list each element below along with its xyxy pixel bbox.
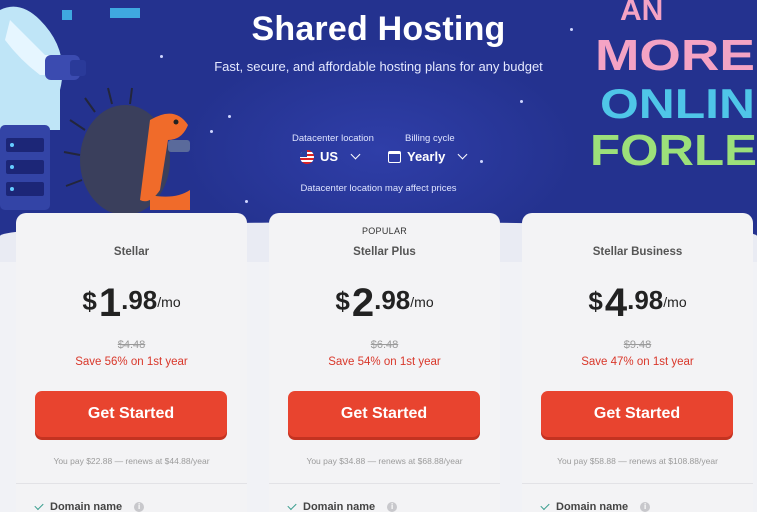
feature-label: Domain name [50, 501, 123, 512]
check-icon [287, 500, 297, 511]
plan-card-stellar-business: Stellar Business $ 4 .98 /mo $9.48 Save … [522, 213, 753, 512]
chevron-down-icon [350, 149, 361, 160]
plan-name: Stellar Plus [353, 246, 416, 258]
divider [522, 483, 753, 484]
plan-card-stellar-plus: POPULAR Stellar Plus $ 2 .98 /mo $6.48 S… [269, 213, 500, 512]
get-started-button[interactable]: Get Started [288, 391, 480, 437]
old-price: $4.48 [117, 339, 146, 351]
popular-badge: POPULAR [361, 226, 408, 236]
calendar-icon [388, 150, 401, 163]
price-currency: $ [82, 286, 97, 316]
datacenter-select[interactable]: US [300, 149, 361, 164]
star [520, 100, 523, 103]
get-started-button[interactable]: Get Started [35, 391, 227, 437]
price-period: /mo [410, 294, 434, 310]
pay-note: You pay $34.88 — renews at $68.88/year [306, 456, 463, 466]
feature-item: Domain name i [287, 500, 398, 512]
price-dollars: 4 [604, 281, 628, 325]
price-cents: .98 [374, 285, 411, 315]
old-price: $6.48 [370, 339, 399, 351]
page-title: Shared Hosting [251, 10, 506, 48]
price-currency: $ [335, 286, 350, 316]
save-text: Save 56% on 1st year [75, 356, 188, 368]
feature-label: Domain name [303, 501, 376, 512]
feature-item: Domain name i [34, 500, 145, 512]
info-icon[interactable]: i [387, 502, 398, 512]
datacenter-value: US [320, 149, 339, 164]
svg-text:FORLE: FORLE [590, 126, 757, 175]
price-period: /mo [157, 294, 181, 310]
pay-note: You pay $58.88 — renews at $108.88/year [557, 456, 718, 466]
info-icon[interactable]: i [134, 502, 145, 512]
svg-text:ONLIN: ONLIN [600, 80, 755, 127]
feature-label: Domain name [556, 501, 629, 512]
billing-label: Billing cycle [405, 133, 455, 144]
billing-value: Yearly [407, 149, 446, 164]
price-cents: .98 [121, 285, 158, 315]
datacenter-note: Datacenter location may affect prices [300, 183, 457, 194]
save-text: Save 54% on 1st year [328, 356, 441, 368]
plan-name: Stellar Business [592, 246, 683, 258]
divider [16, 483, 247, 484]
price-dollars: 2 [351, 281, 375, 325]
check-icon [34, 500, 44, 511]
old-price: $9.48 [623, 339, 652, 351]
chevron-down-icon [457, 149, 468, 160]
star [228, 115, 231, 118]
pay-note: You pay $22.88 — renews at $44.88/year [53, 456, 210, 466]
feature-item: Domain name i [540, 500, 651, 512]
check-icon [540, 500, 550, 511]
datacenter-label: Datacenter location [292, 133, 374, 144]
save-text: Save 47% on 1st year [581, 356, 694, 368]
price-period: /mo [663, 294, 687, 310]
page-subtitle: Fast, secure, and affordable hosting pla… [214, 59, 543, 74]
price-cents: .98 [627, 285, 664, 315]
plan-name: Stellar [113, 246, 150, 258]
plan-price: $ 2 .98 /mo [269, 279, 500, 323]
info-icon[interactable]: i [640, 502, 651, 512]
price-currency: $ [588, 286, 603, 316]
divider [269, 483, 500, 484]
plan-price: $ 4 .98 /mo [522, 279, 753, 323]
star [245, 200, 248, 203]
plan-card-stellar: Stellar $ 1 .98 /mo $4.48 Save 56% on 1s… [16, 213, 247, 512]
us-flag-icon [300, 149, 314, 164]
price-dollars: 1 [98, 281, 122, 325]
get-started-button[interactable]: Get Started [541, 391, 733, 437]
star [480, 160, 483, 163]
plan-price: $ 1 .98 /mo [16, 279, 247, 323]
billing-select[interactable]: Yearly [388, 149, 468, 164]
